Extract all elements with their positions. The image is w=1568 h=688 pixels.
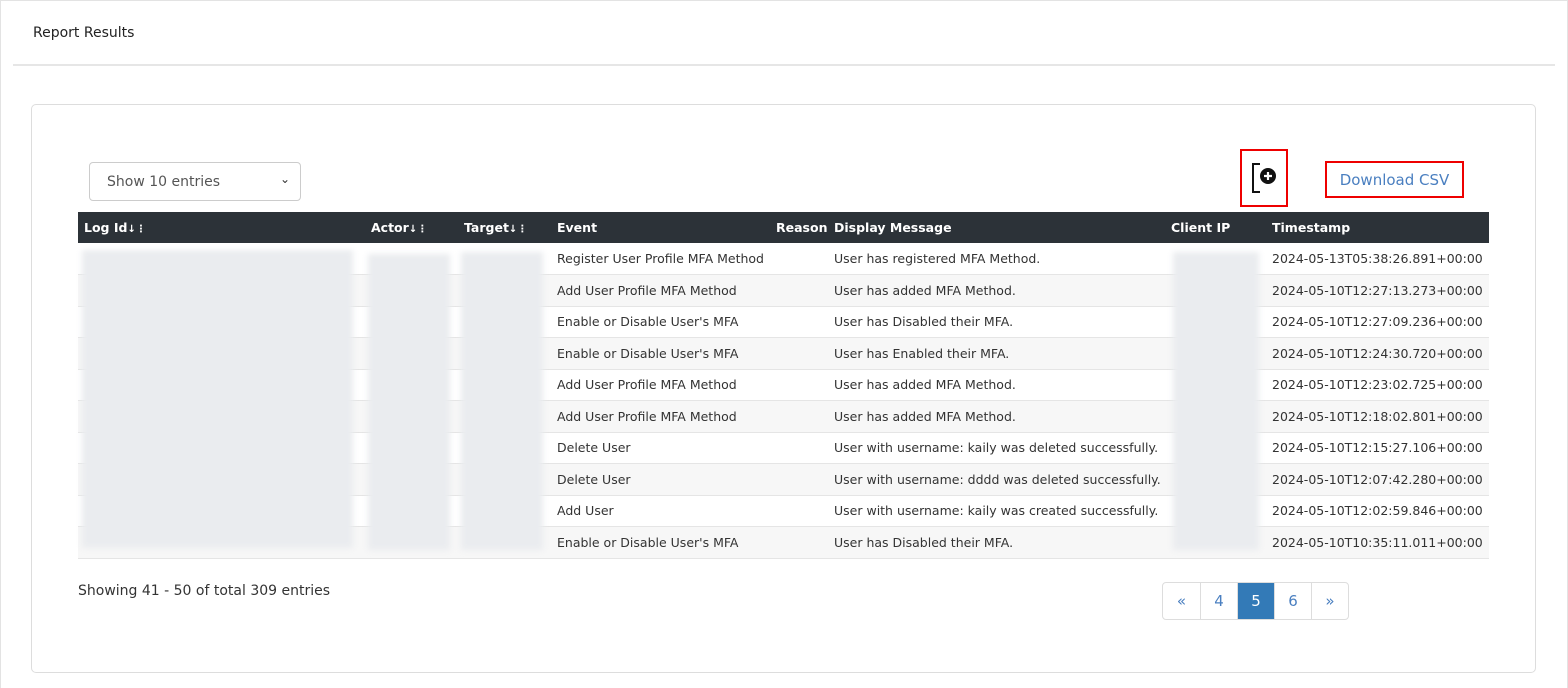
- page-5-current[interactable]: 5: [1237, 583, 1274, 619]
- cell-event: Add User Profile MFA Method: [551, 369, 770, 401]
- sort-icon: ↓⋮: [508, 224, 528, 235]
- cell-event: Register User Profile MFA Method: [551, 243, 770, 275]
- cell-reason: [770, 463, 828, 496]
- cell-reason: [770, 337, 828, 370]
- entries-select-value: Show 10 entries: [107, 174, 221, 190]
- cell-message: User has registered MFA Method.: [828, 243, 1165, 275]
- header-client-ip: Client IP: [1165, 212, 1266, 243]
- cell-event: Delete User: [551, 463, 770, 496]
- cell-reason: [770, 495, 828, 527]
- page-6[interactable]: 6: [1274, 583, 1311, 619]
- next-page-button[interactable]: »: [1311, 583, 1348, 619]
- cell-message: User has Disabled their MFA.: [828, 306, 1165, 338]
- cell-timestamp: 2024-05-10T12:27:13.273+00:00: [1266, 274, 1489, 307]
- entries-info: Showing 41 - 50 of total 309 entries: [78, 583, 331, 599]
- sort-icon: ↓⋮: [127, 224, 146, 235]
- cell-timestamp: 2024-05-10T12:02:59.846+00:00: [1266, 495, 1489, 527]
- cell-reason: [770, 369, 828, 401]
- header-timestamp: Timestamp: [1266, 212, 1489, 243]
- cell-message: User has Disabled their MFA.: [828, 526, 1165, 559]
- header-event: Event: [551, 212, 770, 243]
- cell-timestamp: 2024-05-10T12:23:02.725+00:00: [1266, 369, 1489, 401]
- cell-reason: [770, 400, 828, 433]
- redacted-targets: [461, 252, 543, 550]
- cell-timestamp: 2024-05-10T12:24:30.720+00:00: [1266, 337, 1489, 370]
- page-4[interactable]: 4: [1200, 583, 1237, 619]
- redacted-log-ids: [82, 250, 353, 548]
- cell-reason: [770, 306, 828, 338]
- cell-reason: [770, 243, 828, 275]
- cell-timestamp: 2024-05-10T10:35:11.011+00:00: [1266, 526, 1489, 559]
- cell-reason: [770, 274, 828, 307]
- cell-message: User has added MFA Method.: [828, 400, 1165, 433]
- cell-event: Enable or Disable User's MFA: [551, 337, 770, 370]
- cell-reason: [770, 526, 828, 559]
- cell-event: Enable or Disable User's MFA: [551, 526, 770, 559]
- prev-page-button[interactable]: «: [1163, 583, 1200, 619]
- cell-message: User has added MFA Method.: [828, 274, 1165, 307]
- cell-message: User with username: kaily was created su…: [828, 495, 1165, 527]
- cell-reason: [770, 432, 828, 464]
- cell-message: User has Enabled their MFA.: [828, 337, 1165, 370]
- cell-event: Add User Profile MFA Method: [551, 274, 770, 307]
- add-report-button[interactable]: [1240, 149, 1288, 207]
- header-log-id[interactable]: Log Id↓⋮: [78, 212, 365, 243]
- entries-select[interactable]: Show 10 entries ⌄: [89, 162, 301, 201]
- header-target[interactable]: Target↓⋮: [458, 212, 551, 243]
- cell-message: User with username: kaily was deleted su…: [828, 432, 1165, 464]
- redacted-client-ips: [1173, 252, 1259, 550]
- header-display-message: Display Message: [828, 212, 1165, 243]
- cell-timestamp: 2024-05-10T12:27:09.236+00:00: [1266, 306, 1489, 338]
- cell-event: Delete User: [551, 432, 770, 464]
- redacted-actors: [368, 254, 450, 550]
- header-reason: Reason: [770, 212, 828, 243]
- pagination: « 4 5 6 »: [1162, 582, 1349, 620]
- chevron-down-icon: ⌄: [279, 172, 290, 186]
- cell-message: User with username: dddd was deleted suc…: [828, 463, 1165, 496]
- cell-timestamp: 2024-05-10T12:18:02.801+00:00: [1266, 400, 1489, 433]
- sort-icon: ↓⋮: [408, 224, 428, 235]
- cell-event: Add User: [551, 495, 770, 527]
- divider: [13, 64, 1555, 66]
- header-actor[interactable]: Actor↓⋮: [365, 212, 458, 243]
- cell-event: Add User Profile MFA Method: [551, 400, 770, 433]
- cell-timestamp: 2024-05-10T12:07:42.280+00:00: [1266, 463, 1489, 496]
- cell-event: Enable or Disable User's MFA: [551, 306, 770, 338]
- cell-timestamp: 2024-05-10T12:15:27.106+00:00: [1266, 432, 1489, 464]
- file-plus-icon: [1252, 163, 1276, 193]
- page-title: Report Results: [33, 25, 135, 41]
- cell-timestamp: 2024-05-13T05:38:26.891+00:00: [1266, 243, 1489, 275]
- cell-message: User has added MFA Method.: [828, 369, 1165, 401]
- download-csv-button[interactable]: Download CSV: [1325, 161, 1464, 198]
